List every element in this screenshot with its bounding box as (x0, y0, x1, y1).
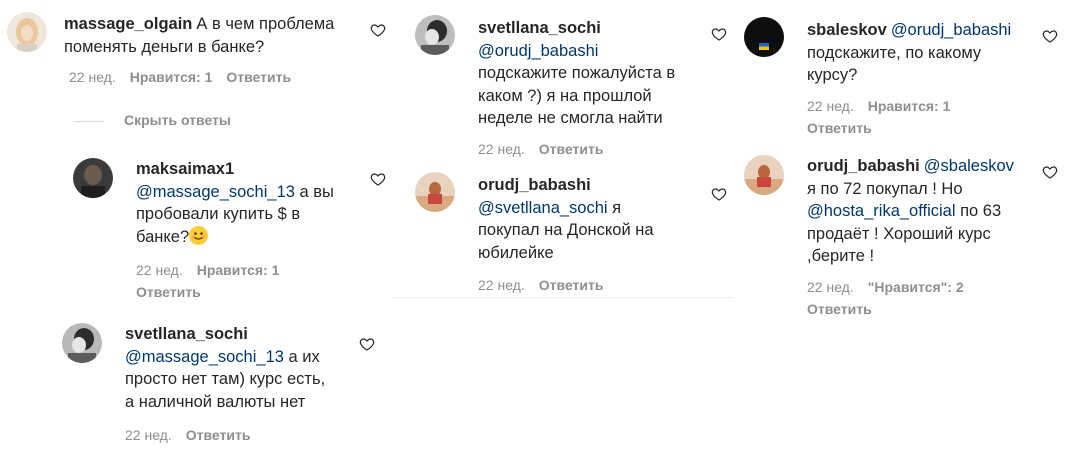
comment-body: svetllana_sochi @orudj_babashi подскажит… (478, 17, 708, 130)
comment-text: каком ?) я на прошлой (478, 86, 652, 105)
comment-body: svetllana_sochi @massage_sochi_13 а их п… (125, 323, 365, 413)
avatar[interactable] (415, 172, 455, 212)
comment-body: orudj_babashi @sbaleskov я по 72 покупал … (807, 155, 1047, 268)
comment-text: юбилейке (478, 243, 554, 262)
comment-text: я (607, 198, 622, 217)
smiling-face-icon (189, 225, 209, 245)
mention-link[interactable]: @hosta_rika_official (807, 202, 956, 220)
username[interactable]: orudj_babashi (807, 157, 920, 175)
reply-button[interactable]: Ответить (186, 427, 251, 443)
comment-text: поменять деньги в банке? (64, 37, 265, 56)
mention-link[interactable]: @sbaleskov (924, 157, 1014, 175)
comment-meta: 22 нед. "Нравится": 2 Ответить (807, 276, 1027, 320)
comment-text: курсу? (807, 66, 858, 84)
timestamp[interactable]: 22 нед. (136, 262, 183, 278)
mention-link[interactable]: @orudj_babashi (478, 42, 598, 60)
heart-icon[interactable] (359, 336, 375, 352)
reply-button[interactable]: Ответить (539, 277, 604, 293)
comment-text: неделе не смогла найти (478, 109, 663, 127)
comment-text: а наличной валюты нет (125, 392, 306, 411)
comment-text: пробовали купить $ в (136, 205, 301, 223)
timestamp[interactable]: 22 нед. (807, 98, 854, 114)
mention-link[interactable]: @svetllana_sochi (478, 199, 608, 217)
comment-body: orudj_babashi @svetllana_sochi я покупал… (478, 174, 708, 264)
comment-text: а вы (294, 182, 334, 201)
likes-count[interactable]: Нравится: 1 (868, 98, 951, 114)
username[interactable]: sbaleskov (807, 21, 887, 39)
comment-meta: 22 нед. Нравится: 1 Ответить (136, 259, 356, 303)
comment-text: подскажите пожалуйста в (478, 64, 676, 82)
comment-body: sbaleskov @orudj_babashi подскажите, по к… (807, 19, 1047, 87)
comment-text: покупал на Донской на (478, 221, 654, 239)
comment-text: по 63 (955, 202, 1002, 220)
timestamp[interactable]: 22 нед. (69, 69, 116, 85)
heart-icon[interactable] (711, 186, 727, 202)
mention-link[interactable]: @orudj_babashi (891, 21, 1011, 39)
avatar[interactable] (62, 323, 102, 363)
timestamp[interactable]: 22 нед. (125, 427, 172, 443)
username[interactable]: orudj_babashi (478, 176, 591, 194)
timestamp[interactable]: 22 нед. (807, 279, 854, 295)
likes-count[interactable]: Нравится: 1 (197, 262, 280, 278)
avatar[interactable] (744, 17, 784, 57)
comment-text: я по 72 покупал ! Но (807, 179, 963, 198)
avatar[interactable] (744, 155, 784, 195)
comment-body: massage_olgain А в чем проблема поменять … (64, 13, 384, 58)
avatar[interactable] (7, 12, 47, 52)
comment-body: maksaimax1 @massage_sochi_13 а вы пробов… (136, 158, 366, 248)
avatar[interactable] (73, 158, 113, 198)
heart-icon[interactable] (370, 22, 386, 38)
heart-icon[interactable] (1042, 164, 1058, 180)
reply-button[interactable]: Ответить (807, 301, 872, 317)
timestamp[interactable]: 22 нед. (478, 277, 525, 293)
reply-button[interactable]: Ответить (226, 69, 291, 85)
comment-text: ,берите ! (807, 247, 875, 265)
avatar[interactable] (415, 15, 455, 55)
heart-icon[interactable] (370, 171, 386, 187)
hide-replies-button[interactable]: Скрыть ответы (124, 112, 231, 128)
username[interactable]: svetllana_sochi (125, 325, 248, 343)
username[interactable]: massage_olgain (64, 15, 192, 33)
likes-count[interactable]: Нравится: 1 (130, 69, 213, 85)
comment-meta: 22 нед. Ответить (478, 274, 603, 296)
username[interactable]: maksaimax1 (136, 160, 234, 178)
likes-count[interactable]: "Нравится": 2 (868, 279, 964, 295)
comment-meta: 22 нед. Ответить (125, 424, 250, 446)
reply-button[interactable]: Ответить (539, 141, 604, 157)
comment-meta: 22 нед. Ответить (478, 138, 603, 160)
reply-button[interactable]: Ответить (136, 284, 201, 300)
comment-text: подскажите, по какому (807, 43, 982, 62)
heart-icon[interactable] (711, 26, 727, 42)
comment-text: А в чем проблема (196, 15, 335, 33)
timestamp[interactable]: 22 нед. (478, 141, 525, 157)
comment-text: а их (283, 347, 320, 366)
mention-link[interactable]: @massage_sochi_13 (125, 348, 284, 366)
mention-link[interactable]: @massage_sochi_13 (136, 183, 295, 201)
username[interactable]: svetllana_sochi (478, 19, 601, 37)
comment-meta: 22 нед. Нравится: 1 Ответить (807, 95, 1027, 139)
heart-icon[interactable] (1042, 28, 1058, 44)
comment-meta: 22 нед. Нравится: 1 Ответить (69, 66, 291, 88)
comment-text: банке? (136, 227, 190, 246)
reply-button[interactable]: Ответить (807, 120, 872, 136)
comment-text: продаёт ! Хороший курс (807, 224, 991, 243)
replies-divider (74, 121, 104, 122)
comment-text: просто нет там) курс есть, (125, 370, 326, 388)
column-separator (391, 297, 733, 298)
